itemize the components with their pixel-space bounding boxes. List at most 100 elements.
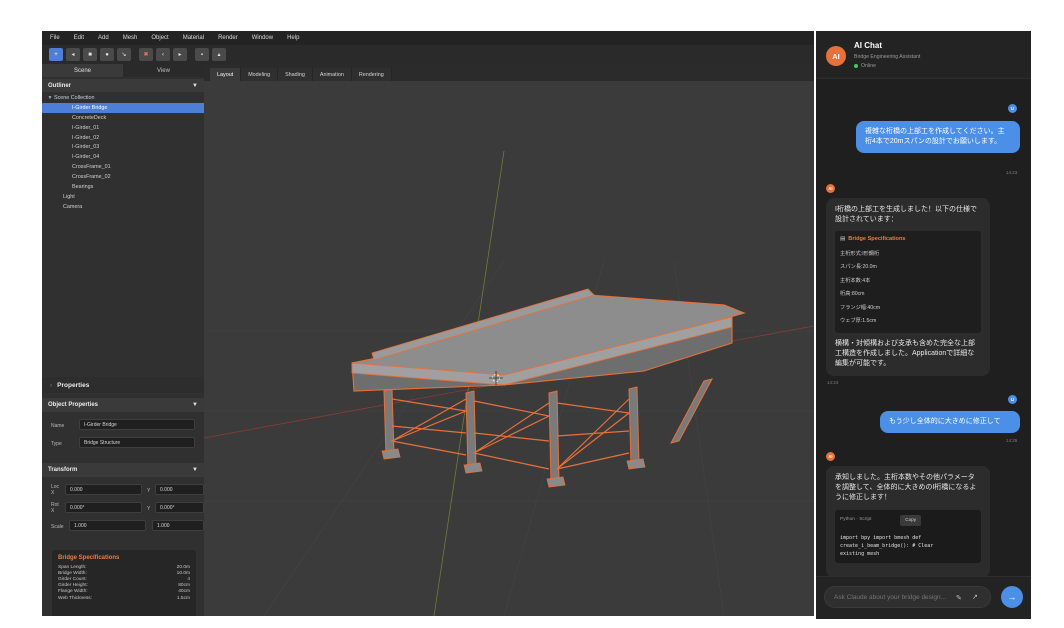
outliner-item[interactable]: Light: [42, 192, 204, 202]
outliner-item[interactable]: I-Girder_01: [42, 123, 204, 133]
outliner-item[interactable]: Bearings: [42, 182, 204, 192]
menu-window[interactable]: Window: [252, 35, 273, 41]
outliner-item[interactable]: I-Girder Bridge: [42, 102, 204, 113]
tab-animation[interactable]: Animation: [312, 68, 352, 81]
delete-icon[interactable]: ✖: [139, 48, 153, 61]
sphere-icon[interactable]: ●: [100, 48, 114, 61]
transform-header[interactable]: Transform ▼: [42, 463, 204, 477]
scene-view-tabs: Scene View: [42, 64, 204, 77]
spec-label: Girder Count:: [58, 576, 87, 582]
spec-card: ▤ Bridge Specifications 主桁形式:I形鋼桁 スパン長:20…: [835, 230, 981, 334]
timestamp: 14:23: [1006, 170, 1018, 175]
outliner-header[interactable]: Outliner ▼: [42, 79, 204, 92]
copy-button[interactable]: Copy: [900, 515, 921, 526]
workspace-tabs: Layout Modeling Shading Animation Render…: [210, 68, 392, 81]
chat-header: AI AI Chat Bridge Engineering Assistant …: [816, 31, 1031, 79]
timestamp: 14:24: [827, 380, 839, 385]
tab-layout[interactable]: Layout: [210, 68, 242, 81]
outliner-item-label: CrossFrame_02: [72, 174, 111, 181]
tab-view[interactable]: View: [123, 64, 204, 77]
scale-y-field[interactable]: 1.000: [152, 520, 204, 531]
spec-label: Girder Height:: [58, 583, 88, 589]
modeling-app-window: File Edit Add Mesh Object Material Rende…: [42, 31, 814, 616]
outliner-item-label: Light: [63, 193, 75, 200]
outliner-item-label: ConcreteDeck: [72, 114, 107, 121]
collapse-caret-icon[interactable]: ▼: [192, 83, 198, 89]
outliner-item-label: I-Girder_03: [72, 144, 100, 151]
menu-object[interactable]: Object: [151, 35, 168, 41]
spec-card-items: 主桁形式:I形鋼桁 スパン長:20.0m 主桁本数:4本 桁高:80cm フランジ幅:4…: [840, 247, 976, 328]
collapse-caret-icon[interactable]: ▼: [192, 467, 198, 473]
spec-value: 40cm: [178, 589, 190, 595]
tab-scene[interactable]: Scene: [42, 64, 123, 77]
spec-label: Web Thickness:: [58, 595, 92, 601]
spec-card-item: ウェブ厚:1.5cm: [840, 318, 877, 325]
menu-add[interactable]: Add: [98, 35, 109, 41]
spec-card-item: 主桁形式:I形鋼桁: [840, 250, 880, 257]
status-text: Online: [861, 63, 876, 69]
arrow-icon[interactable]: ↘: [117, 48, 131, 61]
tab-shading[interactable]: Shading: [278, 68, 313, 81]
outliner-item[interactable]: I-Girder_03: [42, 142, 204, 152]
cube-icon[interactable]: ■: [83, 48, 97, 61]
menu-mesh[interactable]: Mesh: [123, 35, 138, 41]
assistant-message: I桁橋の上部工を生成しました！以下の仕様で設計されています： ▤ Bridge …: [826, 198, 990, 376]
move-icon[interactable]: ◂: [66, 48, 80, 61]
scale-x-field[interactable]: 1.000: [69, 520, 146, 531]
type-field[interactable]: Bridge Structure: [79, 437, 195, 448]
spec-label: Span Length:: [58, 564, 87, 570]
outliner-item[interactable]: ▼ Scene Collection: [42, 93, 204, 103]
add-icon[interactable]: +: [49, 48, 63, 61]
assistant-message-intro: I桁橋の上部工を生成しました！以下の仕様で設計されています：: [835, 206, 977, 223]
bridge-model[interactable]: [351, 288, 746, 488]
menu-edit[interactable]: Edit: [74, 35, 84, 41]
expand-icon[interactable]: ↗: [972, 593, 978, 601]
outliner-item-label: CrossFrame_01: [72, 164, 111, 171]
spec-card-item: フランジ幅:40cm: [840, 304, 881, 311]
outliner-item-label: I-Girder Bridge: [72, 104, 108, 111]
outliner-item[interactable]: I-Girder_02: [42, 133, 204, 143]
spec-card-item: 桁高:80cm: [840, 291, 865, 298]
viewport-canvas[interactable]: [204, 81, 814, 616]
outliner-item[interactable]: CrossFrame_01: [42, 162, 204, 172]
menu-render[interactable]: Render: [218, 35, 238, 41]
tab-rendering[interactable]: Rendering: [351, 68, 392, 81]
outliner-item-label: I-Girder_04: [72, 154, 100, 161]
menu-material[interactable]: Material: [183, 35, 204, 41]
loc-x-field[interactable]: 0.000: [65, 484, 142, 495]
redo-icon[interactable]: ▸: [173, 48, 187, 61]
expand-arrow-icon[interactable]: ▼: [46, 95, 54, 101]
chat-input[interactable]: [824, 586, 991, 608]
timestamp: 14:25: [1006, 438, 1018, 443]
name-field[interactable]: I-Girder Bridge: [79, 419, 195, 430]
outliner-item[interactable]: ConcreteDeck: [42, 113, 204, 123]
3d-viewport[interactable]: [204, 81, 814, 616]
menu-help[interactable]: Help: [287, 35, 299, 41]
export-icon[interactable]: ▴: [212, 48, 226, 61]
cross-frames: [389, 398, 631, 470]
loc-y-label: Y: [147, 488, 151, 494]
outliner-item[interactable]: Camera: [42, 202, 204, 212]
send-button[interactable]: →: [1001, 586, 1023, 608]
outliner-item[interactable]: CrossFrame_02: [42, 172, 204, 182]
loc-y-field[interactable]: 0.000: [155, 484, 204, 495]
undo-icon[interactable]: ‹: [156, 48, 170, 61]
toolbar: + ◂ ■ ● ↘ ✖ ‹ ▸ ▪ ▴: [42, 45, 814, 64]
bridge-specs-title: Bridge Specifications: [58, 555, 120, 561]
assistant-message-text: 承知しました。主桁本数やその他パラメータを調整して、全体的に大きめのI桁橋になる…: [835, 474, 977, 501]
collapse-caret-icon[interactable]: ▼: [192, 402, 198, 408]
tab-modeling[interactable]: Modeling: [241, 68, 279, 81]
rot-y-field[interactable]: 0.000°: [155, 502, 204, 513]
outliner-item[interactable]: I-Girder_04: [42, 152, 204, 162]
edit-icon[interactable]: ✎: [956, 594, 962, 602]
spec-card-item: 主桁本数:4本: [840, 277, 871, 284]
properties-header[interactable]: › Properties: [42, 377, 204, 393]
outliner-item-label: Camera: [63, 203, 83, 210]
outliner-item-label: Bearings: [72, 183, 94, 190]
render-icon[interactable]: ▪: [195, 48, 209, 61]
menu-file[interactable]: File: [50, 35, 60, 41]
rot-x-field[interactable]: 0.000°: [65, 502, 142, 513]
user-avatar: U: [1008, 104, 1017, 113]
object-properties-header[interactable]: Object Properties ▼: [42, 398, 204, 412]
scale-label: Scale: [51, 524, 64, 530]
